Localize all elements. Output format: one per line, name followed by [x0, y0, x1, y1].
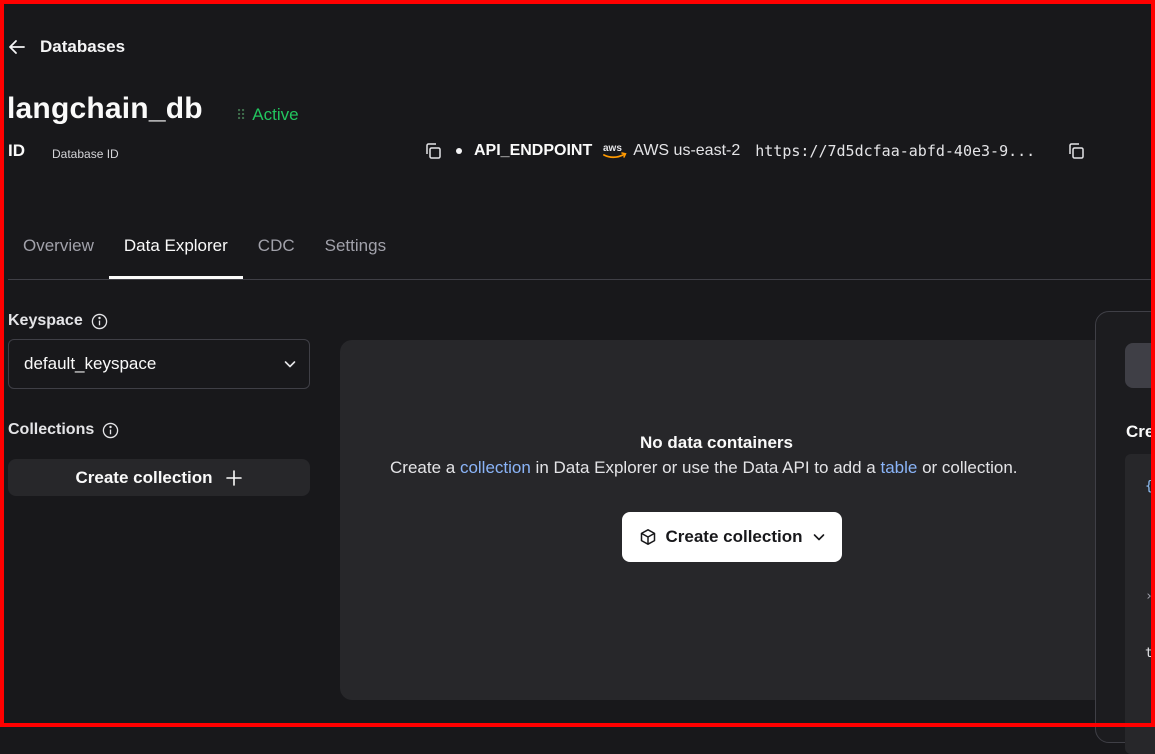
- api-endpoint-label: API_ENDPOINT: [474, 142, 593, 159]
- status-badge: ⠿ Active: [236, 105, 299, 125]
- tab-settings[interactable]: Settings: [310, 222, 401, 279]
- drag-handle-icon: ⠿: [236, 106, 246, 123]
- right-side-panel: Cre { › t: [1095, 311, 1155, 754]
- copy-endpoint-icon[interactable]: [1067, 142, 1085, 160]
- data-explorer-panel: No data containers Create a collection i…: [340, 340, 1120, 700]
- desc-part-3: or collection.: [917, 458, 1018, 477]
- api-endpoint-url: https://7d5dcfaa-abfd-40e3-9...: [755, 142, 1036, 160]
- status-text: Active: [252, 105, 299, 124]
- tab-overview[interactable]: Overview: [8, 222, 109, 279]
- keyspace-value: default_keyspace: [24, 354, 157, 373]
- keyspace-heading: Keyspace: [8, 312, 108, 330]
- create-collection-button[interactable]: Create collection: [8, 459, 310, 496]
- api-endpoint-row: API_ENDPOINT aws AWS us-east-2 https://7…: [424, 140, 1085, 162]
- cube-icon: [640, 529, 655, 545]
- collections-heading: Collections: [8, 421, 119, 439]
- create-collection-dropdown-button[interactable]: Create collection: [622, 512, 842, 562]
- create-collection-label: Create collection: [75, 467, 213, 487]
- id-label: ID: [8, 141, 25, 160]
- empty-state-title: No data containers: [639, 433, 794, 452]
- code-glyph: {: [1145, 479, 1153, 494]
- region-label: AWS us-east-2: [633, 142, 741, 159]
- svg-text:aws: aws: [603, 143, 622, 154]
- right-panel-code-block: { › t: [1125, 454, 1155, 754]
- right-panel-heading: Cre: [1126, 422, 1155, 441]
- tab-data-explorer[interactable]: Data Explorer: [108, 222, 243, 279]
- database-tabs: Overview Data Explorer CDC Settings: [8, 222, 1155, 280]
- database-name: langchain_db: [7, 92, 203, 125]
- tab-cdc[interactable]: CDC: [243, 222, 310, 279]
- right-panel-button[interactable]: [1125, 343, 1155, 388]
- code-glyph: ›: [1145, 589, 1153, 604]
- copy-icon[interactable]: [424, 142, 442, 160]
- keyspace-label: Keyspace: [8, 312, 83, 329]
- keyspace-select[interactable]: default_keyspace: [8, 339, 310, 389]
- chevron-down-icon: [813, 534, 824, 541]
- plus-icon: [225, 469, 242, 486]
- back-to-databases[interactable]: Databases: [8, 37, 125, 57]
- desc-part-1: Create a: [390, 458, 460, 477]
- table-link[interactable]: table: [880, 458, 917, 477]
- database-id-label: Database ID: [52, 147, 119, 161]
- create-collection-main-label: Create collection: [665, 527, 803, 546]
- bullet-dot: [456, 148, 462, 154]
- info-icon[interactable]: [91, 313, 108, 330]
- aws-logo: aws: [603, 143, 627, 159]
- back-label: Databases: [40, 37, 126, 56]
- desc-part-2: in Data Explorer or use the Data API to …: [530, 458, 881, 477]
- info-icon[interactable]: [102, 422, 119, 439]
- chevron-down-icon: [284, 361, 296, 368]
- arrow-left-icon: [9, 40, 25, 54]
- collection-link[interactable]: collection: [460, 458, 531, 477]
- code-glyph: t: [1145, 646, 1153, 661]
- collections-label: Collections: [8, 421, 95, 438]
- empty-state-description: Create a collection in Data Explorer or …: [390, 458, 1018, 478]
